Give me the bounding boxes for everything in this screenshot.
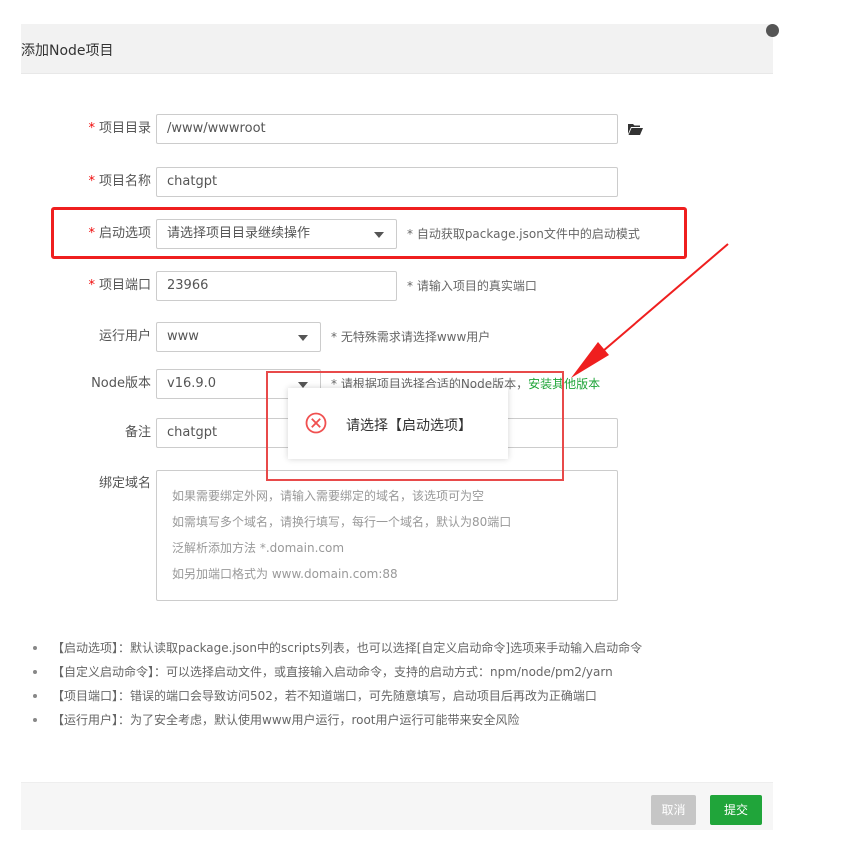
project-name-label-text: 项目名称 — [98, 174, 151, 189]
project-name-input[interactable]: chatgpt — [156, 167, 618, 197]
run-user-row: 运行用户 www * 无特殊需求请选择www用户 — [21, 322, 773, 352]
placeholder-line: 如需填写多个域名，请换行填写，每行一个域名，默认为80端口 — [172, 515, 512, 529]
project-dir-label: * 项目目录 — [88, 114, 151, 144]
tip-item: 【自定义启动命令】：可以选择启动文件，或直接输入启动命令，支持的启动方式：npm… — [32, 660, 767, 684]
project-dir-row: * 项目目录 /www/wwwroot — [21, 114, 773, 144]
project-name-row: * 项目名称 chatgpt — [21, 167, 773, 197]
placeholder-line: 泛解析添加方法 *.domain.com — [172, 541, 345, 555]
project-port-hint: * 请输入项目的真实端口 — [407, 279, 537, 293]
cancel-button[interactable]: 取消 — [651, 795, 696, 825]
highlight-box-start-option — [51, 207, 687, 259]
toast-message: 请选择【启动选项】 — [346, 418, 472, 434]
run-user-value: www — [167, 329, 199, 344]
project-port-row: * 项目端口 23966 * 请输入项目的真实端口 — [21, 271, 773, 301]
chevron-down-icon — [298, 335, 308, 341]
tip-item: 【项目端口】：错误的端口会导致访问502，若不知道端口，可先随意填写，启动项目后… — [32, 684, 767, 708]
bind-domain-textarea[interactable]: 如果需要绑定外网，请输入需要绑定的域名，该选项可为空 如需填写多个域名，请换行填… — [156, 470, 618, 601]
project-name-label: * 项目名称 — [88, 167, 151, 197]
error-circle-icon — [305, 412, 327, 434]
folder-open-icon[interactable] — [627, 122, 643, 136]
tip-item: 【启动选项】：默认读取package.json中的scripts列表，也可以选择… — [32, 636, 767, 660]
required-mark: * — [88, 278, 95, 293]
dialog-title: 添加Node项目 — [21, 43, 114, 59]
placeholder-line: 如果需要绑定外网，请输入需要绑定的域名，该选项可为空 — [172, 489, 485, 503]
bind-domain-label: 绑定域名 — [98, 476, 151, 491]
node-version-value: v16.9.0 — [167, 376, 217, 391]
project-port-label-text: 项目端口 — [98, 278, 151, 293]
run-user-select[interactable]: www — [156, 322, 321, 352]
placeholder-line: 如另加端口格式为 www.domain.com:88 — [172, 567, 398, 581]
tip-item: 【运行用户】：为了安全考虑，默认使用www用户运行，root用户运行可能带来安全… — [32, 708, 767, 732]
remark-label: 备注 — [124, 425, 151, 440]
project-dir-input[interactable]: /www/wwwroot — [156, 114, 618, 144]
dialog-footer: 取消 提交 — [21, 782, 773, 830]
close-icon[interactable] — [766, 24, 779, 37]
project-port-label: * 项目端口 — [88, 271, 151, 301]
submit-button[interactable]: 提交 — [710, 795, 762, 825]
run-user-label: 运行用户 — [98, 329, 151, 344]
dialog-header: 添加Node项目 — [21, 24, 773, 74]
required-mark: * — [88, 174, 95, 189]
project-port-input[interactable]: 23966 — [156, 271, 397, 301]
run-user-hint: * 无特殊需求请选择www用户 — [331, 330, 491, 344]
node-version-label: Node版本 — [91, 376, 151, 391]
required-mark: * — [88, 121, 95, 136]
error-toast: 请选择【启动选项】 — [288, 388, 508, 459]
project-dir-label-text: 项目目录 — [98, 121, 151, 136]
tips-list: 【启动选项】：默认读取package.json中的scripts列表，也可以选择… — [32, 636, 767, 732]
